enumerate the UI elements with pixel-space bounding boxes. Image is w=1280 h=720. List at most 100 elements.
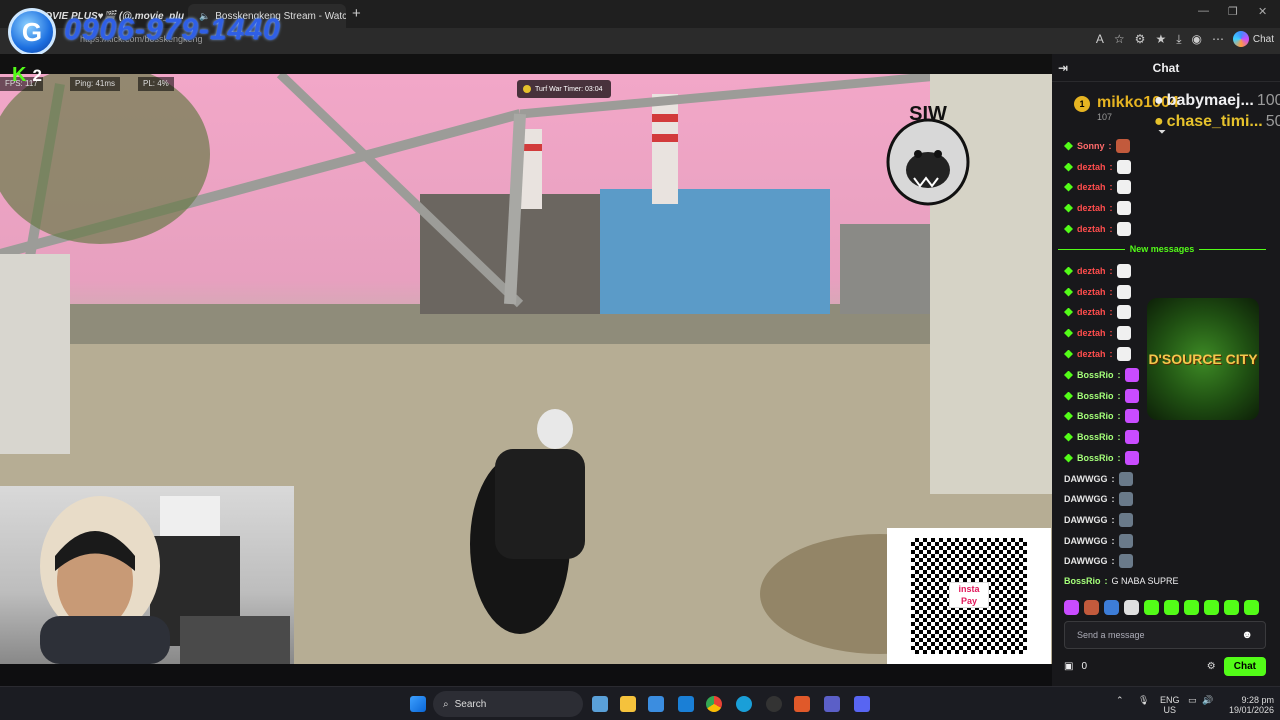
mail-icon[interactable] xyxy=(678,696,694,712)
sub-badge-icon xyxy=(1064,411,1073,421)
chat-message[interactable]: deztah: xyxy=(1064,285,1131,299)
microphone-icon[interactable]: 🎙 xyxy=(1138,695,1149,705)
chat-colon: : xyxy=(1109,162,1113,172)
leaderboard-entry[interactable]: ● chase_timi... 50 xyxy=(1154,113,1280,131)
network-icon[interactable]: ▭ xyxy=(1188,695,1197,705)
chat-message[interactable]: DAWWGG: xyxy=(1064,534,1133,548)
chat-username[interactable]: deztah xyxy=(1077,287,1106,297)
chat-username[interactable]: DAWWGG xyxy=(1064,515,1108,525)
teams-icon[interactable] xyxy=(824,696,840,712)
minimize-button[interactable]: — xyxy=(1198,5,1209,17)
chat-username[interactable]: deztah xyxy=(1077,224,1106,234)
favorites-icon[interactable]: ★ xyxy=(1155,32,1166,47)
extensions-icon[interactable]: ⚙ xyxy=(1135,32,1146,47)
chat-username[interactable]: BossRio xyxy=(1077,411,1114,421)
obs-icon[interactable] xyxy=(766,696,782,712)
chat-message[interactable]: BossRio: xyxy=(1064,389,1139,403)
chat-username[interactable]: BossRio xyxy=(1077,370,1114,380)
chat-username[interactable]: DAWWGG xyxy=(1064,556,1108,566)
chat-message[interactable]: deztah: xyxy=(1064,347,1131,361)
taskbar-search[interactable]: ⌕ Search xyxy=(433,691,583,717)
collapse-chat-icon[interactable]: ⇥ xyxy=(1058,61,1068,75)
points-icon[interactable]: ▣ xyxy=(1064,661,1073,672)
store-icon[interactable] xyxy=(648,696,664,712)
chat-message[interactable]: BossRio: G NABA SUPRE xyxy=(1064,576,1179,586)
file-explorer-icon[interactable] xyxy=(620,696,636,712)
emote-icon[interactable] xyxy=(1084,600,1099,615)
more-menu-icon[interactable]: ⋯ xyxy=(1212,32,1224,47)
chat-username[interactable]: deztah xyxy=(1077,182,1106,192)
chrome-icon[interactable] xyxy=(706,696,722,712)
tray-chevron-icon[interactable]: ⌃ xyxy=(1116,695,1124,705)
chat-message[interactable]: deztah: xyxy=(1064,160,1131,174)
chat-message[interactable]: BossRio: xyxy=(1064,368,1139,382)
hud-packet-loss: PL: 4% xyxy=(138,77,174,91)
copilot-label: Chat xyxy=(1252,33,1274,45)
downloads-icon[interactable]: ⤓ xyxy=(1176,32,1181,47)
chat-message[interactable]: BossRio: xyxy=(1064,451,1139,465)
emote-icon[interactable] xyxy=(1164,600,1179,615)
emote-icon[interactable] xyxy=(1064,600,1079,615)
chat-message[interactable]: deztah: xyxy=(1064,305,1131,319)
maximize-button[interactable]: ❐ xyxy=(1228,5,1238,18)
filter-icon[interactable]: ⏷ xyxy=(1158,127,1166,138)
chat-username[interactable]: DAWWGG xyxy=(1064,474,1108,484)
emote-icon[interactable] xyxy=(1144,600,1159,615)
acrobat-icon[interactable] xyxy=(794,696,810,712)
chat-username[interactable]: DAWWGG xyxy=(1064,494,1108,504)
chat-username[interactable]: deztah xyxy=(1077,162,1106,172)
chat-message[interactable]: DAWWGG: xyxy=(1064,472,1133,486)
emote-icon[interactable] xyxy=(1244,600,1259,615)
chat-message[interactable]: DAWWGG: xyxy=(1064,513,1133,527)
chat-message[interactable]: DAWWGG: xyxy=(1064,554,1133,568)
language-indicator[interactable]: ENG US xyxy=(1160,695,1180,715)
emote-icon[interactable] xyxy=(1184,600,1199,615)
chat-settings-icon[interactable]: ⚙ xyxy=(1207,661,1216,672)
chat-username[interactable]: DAWWGG xyxy=(1064,536,1108,546)
chat-message[interactable]: deztah: xyxy=(1064,201,1131,215)
chat-username[interactable]: deztah xyxy=(1077,203,1106,213)
chat-message[interactable]: Sonny: xyxy=(1064,139,1130,153)
chat-message[interactable]: DAWWGG: xyxy=(1064,492,1133,506)
chat-message[interactable]: BossRio: xyxy=(1064,409,1139,423)
chat-username[interactable]: Sonny xyxy=(1077,141,1105,151)
favorite-star-icon[interactable]: ☆ xyxy=(1114,32,1125,47)
discord-icon[interactable] xyxy=(854,696,870,712)
edge-icon[interactable] xyxy=(736,696,752,712)
chat-message-input[interactable]: Send a message ☻ xyxy=(1064,621,1266,649)
volume-icon[interactable]: 🔊 xyxy=(1202,695,1213,705)
copilot-taskbar-icon[interactable] xyxy=(592,696,608,712)
copilot-button[interactable]: Chat xyxy=(1232,31,1274,47)
chat-username[interactable]: deztah xyxy=(1077,266,1106,276)
chat-message[interactable]: deztah: xyxy=(1064,222,1131,236)
emote-icon xyxy=(1118,534,1133,548)
send-chat-button[interactable]: Chat xyxy=(1223,656,1266,676)
chat-message[interactable]: deztah: xyxy=(1064,264,1131,278)
chat-username[interactable]: BossRio xyxy=(1064,576,1101,586)
chat-message[interactable]: deztah: xyxy=(1064,326,1131,340)
clock[interactable]: 9:28 pm 19/01/2026 xyxy=(1226,695,1274,715)
emote-icon[interactable] xyxy=(1104,600,1119,615)
new-tab-button[interactable]: + xyxy=(352,5,361,22)
leaderboard-others: ● babymaej... 100 ● chase_timi... 50 xyxy=(1154,92,1280,131)
close-window-button[interactable]: ✕ xyxy=(1258,5,1267,18)
chat-username[interactable]: BossRio xyxy=(1077,432,1114,442)
leaderboard-entry[interactable]: ● babymaej... 100 xyxy=(1154,92,1280,110)
chat-colon: : xyxy=(1109,203,1113,213)
chat-username[interactable]: deztah xyxy=(1077,307,1106,317)
chat-message[interactable]: BossRio: xyxy=(1064,430,1139,444)
chat-username[interactable]: BossRio xyxy=(1077,453,1114,463)
emote-icon[interactable] xyxy=(1204,600,1219,615)
chat-username[interactable]: BossRio xyxy=(1077,391,1114,401)
emoji-picker-icon[interactable]: ☻ xyxy=(1241,629,1253,641)
viewer-count: 2 xyxy=(32,65,42,85)
emote-icon[interactable] xyxy=(1224,600,1239,615)
windows-start-icon[interactable] xyxy=(410,696,426,712)
read-aloud-icon[interactable]: A xyxy=(1096,32,1104,47)
sub-badge-icon xyxy=(1064,182,1073,192)
profile-avatar-icon[interactable]: ◉ xyxy=(1192,32,1202,47)
chat-username[interactable]: deztah xyxy=(1077,328,1106,338)
emote-icon[interactable] xyxy=(1124,600,1139,615)
chat-message[interactable]: deztah: xyxy=(1064,180,1131,194)
chat-username[interactable]: deztah xyxy=(1077,349,1106,359)
